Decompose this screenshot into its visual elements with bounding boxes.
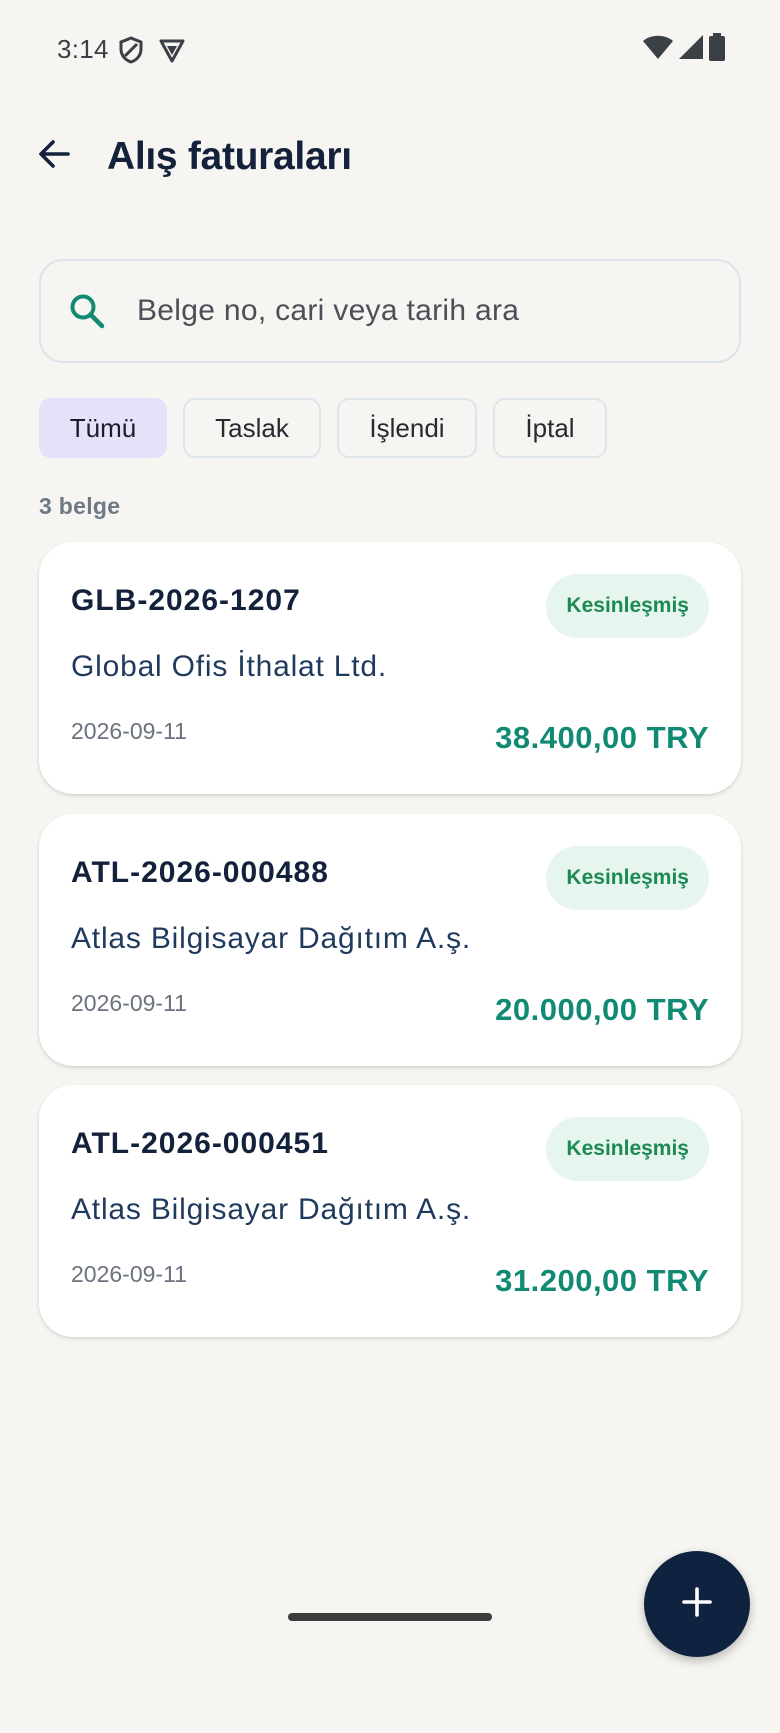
invoice-date: 2026-09-11 (71, 718, 187, 744)
add-invoice-button[interactable] (644, 1551, 750, 1657)
invoice-card[interactable]: GLB-2026-1207 Kesinleşmiş Global Ofis İt… (39, 542, 741, 794)
filter-chip-all[interactable]: Tümü (39, 398, 167, 458)
invoice-party: Atlas Bilgisayar Dağıtım A.ş. (71, 1193, 472, 1226)
back-button[interactable] (30, 132, 78, 180)
document-count: 3 belge (39, 493, 121, 519)
battery-icon (708, 32, 726, 66)
invoice-party: Atlas Bilgisayar Dağıtım A.ş. (71, 922, 472, 955)
invoice-card[interactable]: ATL-2026-000488 Kesinleşmiş Atlas Bilgis… (39, 814, 741, 1066)
filter-chip-cancelled[interactable]: İptal (493, 398, 607, 458)
search-input[interactable] (137, 287, 707, 335)
page-title: Alış faturaları (107, 135, 352, 178)
screen: 3:14 Alış faturaları Belge no, cari veya… (0, 0, 780, 1733)
cellular-signal-icon (678, 34, 704, 65)
status-badge: Kesinleşmiş (546, 574, 709, 638)
search-icon (67, 291, 107, 331)
search-box[interactable] (39, 259, 741, 363)
invoice-amount: 20.000,00 TRY (495, 992, 709, 1027)
home-indicator[interactable] (288, 1613, 492, 1621)
vpn-badge-icon (158, 36, 185, 64)
filter-chips: Tümü Taslak İşlendi İptal (39, 398, 607, 458)
invoice-party: Global Ofis İthalat Ltd. (71, 650, 388, 683)
invoice-date: 2026-09-11 (71, 990, 187, 1016)
shield-icon (118, 36, 144, 64)
status-badge: Kesinleşmiş (546, 1117, 709, 1181)
app-bar: Alış faturaları (0, 118, 780, 202)
wifi-icon (642, 34, 674, 65)
arrow-left-icon (36, 136, 72, 177)
plus-icon (680, 1585, 714, 1624)
invoice-amount: 31.200,00 TRY (495, 1263, 709, 1298)
invoice-card[interactable]: ATL-2026-000451 Kesinleşmiş Atlas Bilgis… (39, 1085, 741, 1337)
filter-chip-draft[interactable]: Taslak (183, 398, 321, 458)
filter-chip-processed[interactable]: İşlendi (337, 398, 477, 458)
status-bar: 3:14 (0, 0, 780, 100)
invoice-doc-number: ATL-2026-000451 (71, 1127, 329, 1160)
status-time: 3:14 (57, 34, 109, 64)
status-badge: Kesinleşmiş (546, 846, 709, 910)
invoice-doc-number: ATL-2026-000488 (71, 856, 329, 889)
invoice-doc-number: GLB-2026-1207 (71, 584, 301, 617)
invoice-amount: 38.400,00 TRY (495, 720, 709, 755)
invoice-date: 2026-09-11 (71, 1261, 187, 1287)
status-icons (642, 32, 726, 66)
